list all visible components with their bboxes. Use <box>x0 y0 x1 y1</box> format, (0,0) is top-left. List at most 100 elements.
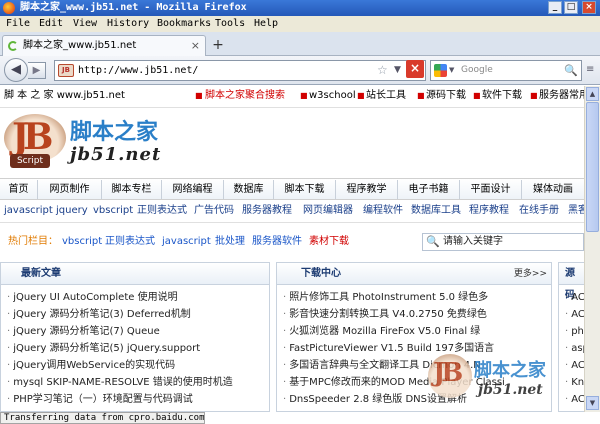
bookmark-star-icon[interactable]: ☆ <box>377 61 388 80</box>
search-placeholder: Google <box>461 65 493 75</box>
subnav-regex[interactable]: 正则表达式 <box>137 201 187 221</box>
address-url[interactable]: http://www.jb51.net/ <box>78 61 198 80</box>
subnav-online-manual[interactable]: 在线手册 <box>519 201 559 221</box>
subnav-server-tutorial[interactable]: 服务器教程 <box>242 201 292 221</box>
window-title-bar: 脚本之家_www.jb51.net - Mozilla Firefox _ □ … <box>0 0 600 16</box>
toolbar-menu-icon[interactable]: ≡ <box>586 64 594 75</box>
search-bar[interactable]: ▼ Google 🔍 <box>430 60 582 81</box>
hot-columns-bar: 热门栏目： vbscript 正则表达式 javascript 批处理 服务器软… <box>0 230 584 254</box>
subnav-database-tools[interactable]: 数据库工具 <box>411 201 461 221</box>
hot-columns-label: 热门栏目： <box>8 236 58 247</box>
top-link-webmaster-tools[interactable]: 站长工具 <box>366 86 406 106</box>
menu-file[interactable]: File <box>6 16 30 32</box>
list-item[interactable]: jQuery UI AutoComplete 使用说明 <box>1 289 269 306</box>
hot-link-materials-download[interactable]: 素材下载 <box>309 230 349 254</box>
back-button[interactable]: ◀ <box>4 58 28 82</box>
list-item[interactable]: jQuery 源码分析笔记(7) Queue <box>1 323 269 340</box>
menu-bar: File Edit View History Bookmarks Tools H… <box>0 16 600 32</box>
stop-button[interactable]: × <box>406 60 424 78</box>
subnav-ad-code[interactable]: 广告代码 <box>194 201 234 221</box>
hot-link-vbscript[interactable]: vbscript <box>62 230 102 254</box>
status-bar: Transferring data from cpro.baidu.com... <box>0 412 205 424</box>
hot-link-batch[interactable]: 批处理 <box>215 230 245 254</box>
list-item[interactable]: PHP学习笔记（一）环境配置与代码调试 <box>1 391 269 408</box>
scroll-thumb[interactable] <box>586 102 599 232</box>
nav-graphic-design[interactable]: 平面设计 <box>460 180 522 199</box>
nav-scripts[interactable]: 脚本专栏 <box>102 180 162 199</box>
list-item[interactable]: 照片修饰工具 PhotoInstrument 5.0 绿色多 <box>277 289 551 306</box>
subnav-program-tutorial[interactable]: 程序教程 <box>469 201 509 221</box>
search-icon: 🔍 <box>426 235 440 248</box>
watermark-chinese-name: 脚本之家 <box>474 360 546 381</box>
subnav-web-editor[interactable]: 网页编辑器 <box>303 201 353 221</box>
logo-script-badge: Script <box>10 154 50 168</box>
scroll-up-icon[interactable]: ▲ <box>586 87 599 101</box>
google-icon <box>434 64 447 77</box>
top-link-source-download[interactable]: 源码下载 <box>426 86 466 106</box>
search-engine-dropdown-icon[interactable]: ▼ <box>449 61 454 80</box>
menu-bookmarks[interactable]: Bookmarks <box>157 16 211 32</box>
firefox-logo-icon <box>3 2 15 14</box>
tab-close-icon[interactable]: × <box>191 36 200 56</box>
window-title: 脚本之家_www.jb51.net - Mozilla Firefox <box>20 2 247 13</box>
latest-articles-panel: 最新文章 jQuery UI AutoComplete 使用说明 jQuery … <box>0 262 270 412</box>
nav-home[interactable]: 首页 <box>0 180 38 199</box>
watermark-mark-text: JB <box>433 358 463 388</box>
main-nav: 首页 网页制作 脚本专栏 网络编程 数据库 脚本下载 程序教学 电子书籍 平面设… <box>0 178 584 200</box>
top-link-server[interactable]: 服务器常用 <box>539 86 589 106</box>
nav-script-download[interactable]: 脚本下载 <box>274 180 336 199</box>
list-item[interactable]: 影音快速分割转换工具 V4.0.2750 免费绿色 <box>277 306 551 323</box>
forward-button[interactable]: ▶ <box>28 62 46 79</box>
menu-help[interactable]: Help <box>254 16 278 32</box>
scroll-down-icon[interactable]: ▼ <box>586 396 599 410</box>
nav-web-design[interactable]: 网页制作 <box>38 180 102 199</box>
list-item[interactable]: ACT <box>559 306 584 323</box>
site-logo[interactable]: JB Script <box>4 114 68 172</box>
nav-ebooks[interactable]: 电子书籍 <box>398 180 460 199</box>
top-link-aggregate-search[interactable]: 脚本之家聚合搜索 <box>205 86 285 106</box>
close-window-button[interactable]: × <box>582 1 596 14</box>
menu-tools[interactable]: Tools <box>215 16 245 32</box>
nav-network-programming[interactable]: 网络编程 <box>162 180 224 199</box>
watermark-logo: JB 脚本之家 jb51.net <box>428 352 584 408</box>
list-item[interactable]: php <box>559 323 584 340</box>
hot-link-regex[interactable]: 正则表达式 <box>105 230 155 254</box>
list-item[interactable]: mysql SKIP-NAME-RESOLVE 错误的使用时机造 <box>1 374 269 391</box>
list-item[interactable]: ACT <box>559 289 584 306</box>
menu-edit[interactable]: Edit <box>39 16 63 32</box>
subnav-programming-software[interactable]: 编程软件 <box>363 201 403 221</box>
nav-database[interactable]: 数据库 <box>224 180 274 199</box>
vertical-scrollbar[interactable]: ▲ ▼ <box>584 86 600 412</box>
list-item[interactable]: jQuery 源码分析笔记(3) Deferred机制 <box>1 306 269 323</box>
bullet-icon: ■ <box>300 91 308 100</box>
list-item[interactable]: jQuery调用WebService的实现代码 <box>1 357 269 374</box>
menu-view[interactable]: View <box>73 16 97 32</box>
hot-link-javascript[interactable]: javascript <box>162 230 211 254</box>
panel-header: 源码 <box>559 263 584 301</box>
logo-mark-text: JB <box>12 116 54 158</box>
nav-programming-tutorials[interactable]: 程序教学 <box>336 180 398 199</box>
top-link-w3school[interactable]: w3school <box>309 86 356 106</box>
bullet-icon: ■ <box>417 91 425 100</box>
tab-jb51[interactable]: 脚本之家_www.jb51.net × <box>2 35 206 56</box>
site-favicon-icon: JB <box>58 64 74 77</box>
more-link[interactable]: 更多>> <box>514 263 547 285</box>
list-item[interactable]: jQuery 源码分析笔记(5) jQuery.support <box>1 340 269 357</box>
address-bar[interactable]: JB http://www.jb51.net/ ☆ ▼ <box>54 60 426 81</box>
new-tab-button[interactable]: + <box>208 38 228 55</box>
url-dropdown-icon[interactable]: ▼ <box>394 61 401 80</box>
menu-history[interactable]: History <box>107 16 149 32</box>
list-item[interactable]: 火狐浏览器 Mozilla FireFox V5.0 Final 绿 <box>277 323 551 340</box>
subnav-javascript[interactable]: javascript <box>4 201 53 221</box>
subnav-jquery[interactable]: jquery <box>56 201 88 221</box>
hot-link-server-software[interactable]: 服务器软件 <box>252 230 302 254</box>
nav-media-animation[interactable]: 媒体动画 <box>522 180 584 199</box>
search-icon[interactable]: 🔍 <box>564 61 578 80</box>
maximize-button[interactable]: □ <box>564 1 578 14</box>
keyword-search-input[interactable]: 🔍 请输入关键字 <box>422 233 584 251</box>
tab-label: 脚本之家_www.jb51.net <box>23 40 137 51</box>
subnav-vbscript[interactable]: vbscript <box>93 201 133 221</box>
logo-chinese-name: 脚本之家 <box>70 120 159 145</box>
minimize-button[interactable]: _ <box>548 1 562 14</box>
top-link-software-download[interactable]: 软件下载 <box>482 86 522 106</box>
